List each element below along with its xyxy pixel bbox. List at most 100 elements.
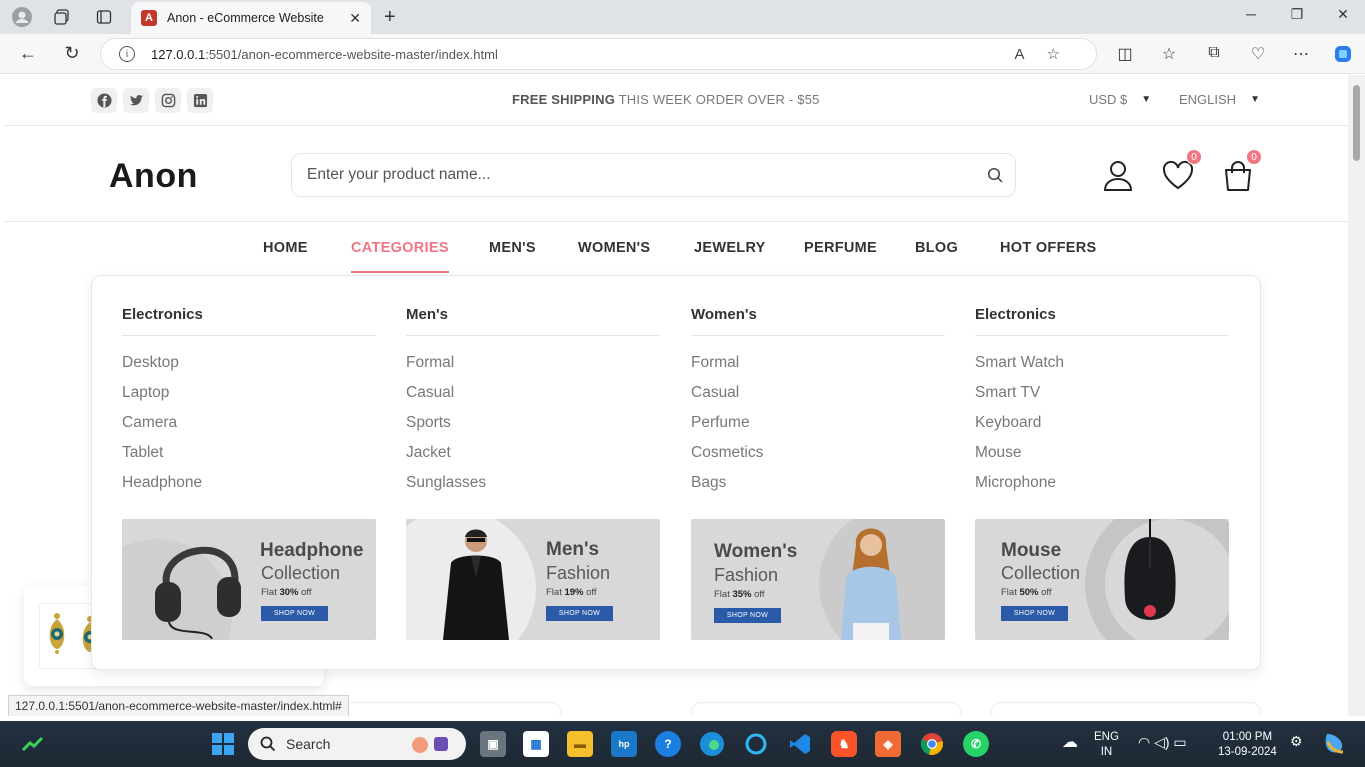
page-scrollbar[interactable] — [1348, 75, 1365, 716]
nav-item-home[interactable]: HOME — [263, 240, 308, 256]
myhp-icon[interactable]: hp — [611, 731, 637, 757]
nav-item-hot-offers[interactable]: HOT OFFERS — [1000, 240, 1096, 256]
nav-item-categories[interactable]: CATEGORIES — [351, 240, 449, 273]
scrollbar-thumb[interactable] — [1353, 85, 1360, 161]
shop-now-button[interactable]: SHOP NOW — [714, 608, 781, 623]
list-item[interactable]: Laptop — [122, 381, 376, 411]
user-account-icon[interactable] — [1100, 157, 1136, 193]
twitter-icon[interactable] — [123, 88, 149, 113]
list-item[interactable]: Microphone — [975, 471, 1229, 501]
nav-item-mens[interactable]: MEN'S — [489, 240, 536, 256]
favorites-icon[interactable]: ☆ — [1158, 44, 1180, 64]
mens-fashion-banner[interactable]: Men's Fashion Flat 19% off SHOP NOW — [406, 519, 660, 640]
taskbar-search-box[interactable]: Search — [248, 728, 466, 760]
tab-close-icon[interactable]: ✕ — [349, 10, 361, 27]
shop-now-button[interactable]: SHOP NOW — [261, 606, 328, 621]
more-menu-icon[interactable]: ⋯ — [1290, 44, 1312, 64]
list-item[interactable]: Cosmetics — [691, 441, 945, 471]
url-field[interactable]: i 127.0.0.1:5501/anon-ecommerce-website-… — [100, 38, 1097, 70]
list-item[interactable]: Casual — [406, 381, 660, 411]
clock[interactable]: 01:00 PM 13-09-2024 — [1218, 730, 1277, 760]
edge-browser-icon[interactable] — [699, 731, 725, 757]
list-item[interactable]: Casual — [691, 381, 945, 411]
list-item[interactable]: Sunglasses — [406, 471, 660, 501]
vscode-icon[interactable] — [787, 731, 813, 757]
headphone-collection-banner[interactable]: Headphone Collection Flat 30% off SHOP N… — [122, 519, 376, 640]
microsoft-store-icon[interactable]: ▦ — [523, 731, 549, 757]
list-item[interactable]: Desktop — [122, 351, 376, 381]
minimize-icon[interactable]: ─ — [1236, 6, 1266, 22]
list-item[interactable]: Jacket — [406, 441, 660, 471]
list-item[interactable]: Keyboard — [975, 411, 1229, 441]
product-search-field[interactable]: Enter your product name... — [291, 153, 1016, 197]
split-screen-icon[interactable]: ◫ — [1114, 44, 1136, 64]
ubuntu-app-icon[interactable]: ◈ — [875, 731, 901, 757]
column-title[interactable]: Men's — [406, 306, 660, 336]
back-icon[interactable]: ← — [16, 43, 40, 64]
column-title[interactable]: Electronics — [975, 306, 1229, 336]
language-indicator[interactable]: ENG IN — [1094, 730, 1119, 760]
wishlist-heart-icon[interactable]: 0 — [1160, 149, 1202, 193]
banner-title: Headphone — [260, 540, 364, 561]
list-item[interactable]: Tablet — [122, 441, 376, 471]
new-tab-icon[interactable]: + — [384, 6, 396, 29]
site-logo[interactable]: Anon — [109, 157, 198, 196]
list-item[interactable]: Camera — [122, 411, 376, 441]
copilot-icon[interactable] — [1332, 44, 1354, 69]
wifi-volume-battery-icons[interactable]: ◠ ◁) ▭ — [1138, 735, 1187, 750]
list-item[interactable]: Perfume — [691, 411, 945, 441]
category-card[interactable] — [991, 702, 1261, 716]
settings-gear-icon[interactable]: ⚙ — [1290, 734, 1303, 749]
womens-fashion-banner[interactable]: Women's Fashion Flat 35% off SHOP NOW — [691, 519, 945, 640]
get-help-icon[interactable]: ? — [655, 731, 681, 757]
browser-tab-active[interactable]: A Anon - eCommerce Website ✕ — [131, 2, 371, 34]
list-item[interactable]: Smart Watch — [975, 351, 1229, 381]
linkedin-icon[interactable] — [187, 88, 213, 113]
file-explorer-icon[interactable]: ▬ — [567, 731, 593, 757]
banner-discount: Flat 30% off — [261, 587, 312, 598]
stock-widget-icon[interactable] — [20, 731, 46, 757]
whatsapp-icon[interactable]: ✆ — [963, 731, 989, 757]
shopping-bag-icon[interactable]: 0 — [1220, 149, 1262, 193]
column-title[interactable]: Electronics — [122, 306, 376, 336]
close-window-icon[interactable]: ✕ — [1328, 6, 1358, 23]
profile-icon[interactable] — [10, 6, 34, 28]
collections-icon[interactable]: ⧉ — [1203, 44, 1225, 62]
list-item[interactable]: Formal — [691, 351, 945, 381]
column-title[interactable]: Women's — [691, 306, 945, 336]
mouse-collection-banner[interactable]: Mouse Collection Flat 50% off SHOP NOW — [975, 519, 1229, 640]
list-item[interactable]: Smart TV — [975, 381, 1229, 411]
currency-select[interactable]: USD $ ▼ — [1089, 92, 1151, 107]
read-aloud-favorite-icons[interactable]: A☆ — [1015, 45, 1082, 63]
instagram-icon[interactable] — [155, 88, 181, 113]
cortana-icon[interactable] — [743, 731, 769, 757]
task-view-icon[interactable]: ▣ — [480, 731, 506, 757]
nav-item-perfume[interactable]: PERFUME — [804, 240, 877, 256]
onedrive-cloud-icon[interactable]: ☁ — [1062, 735, 1078, 751]
list-item[interactable]: Formal — [406, 351, 660, 381]
copilot-pre-icon[interactable] — [1322, 730, 1348, 761]
list-item[interactable]: Mouse — [975, 441, 1229, 471]
site-info-icon[interactable]: i — [119, 46, 135, 62]
shop-now-button[interactable]: SHOP NOW — [1001, 606, 1068, 621]
list-item[interactable]: Sports — [406, 411, 660, 441]
nav-item-womens[interactable]: WOMEN'S — [578, 240, 650, 256]
restore-icon[interactable]: ❐ — [1282, 6, 1312, 23]
search-input[interactable]: Enter your product name... — [307, 166, 975, 184]
chrome-icon[interactable] — [919, 731, 945, 757]
brave-browser-icon[interactable]: ♞ — [831, 731, 857, 757]
category-card[interactable] — [691, 702, 961, 716]
tab-actions-icon[interactable] — [92, 6, 116, 28]
reload-icon[interactable]: ↻ — [60, 43, 84, 64]
windows-start-icon[interactable] — [210, 731, 236, 757]
search-icon[interactable] — [975, 167, 1015, 183]
list-item[interactable]: Headphone — [122, 471, 376, 501]
facebook-icon[interactable] — [91, 88, 117, 113]
nav-item-jewelry[interactable]: JEWELRY — [694, 240, 766, 256]
list-item[interactable]: Bags — [691, 471, 945, 501]
shop-now-button[interactable]: SHOP NOW — [546, 606, 613, 621]
nav-item-blog[interactable]: BLOG — [915, 240, 958, 256]
language-select[interactable]: ENGLISH ▼ — [1179, 92, 1260, 107]
browser-essentials-icon[interactable]: ♡ — [1247, 44, 1269, 64]
workspaces-icon[interactable] — [50, 6, 74, 28]
